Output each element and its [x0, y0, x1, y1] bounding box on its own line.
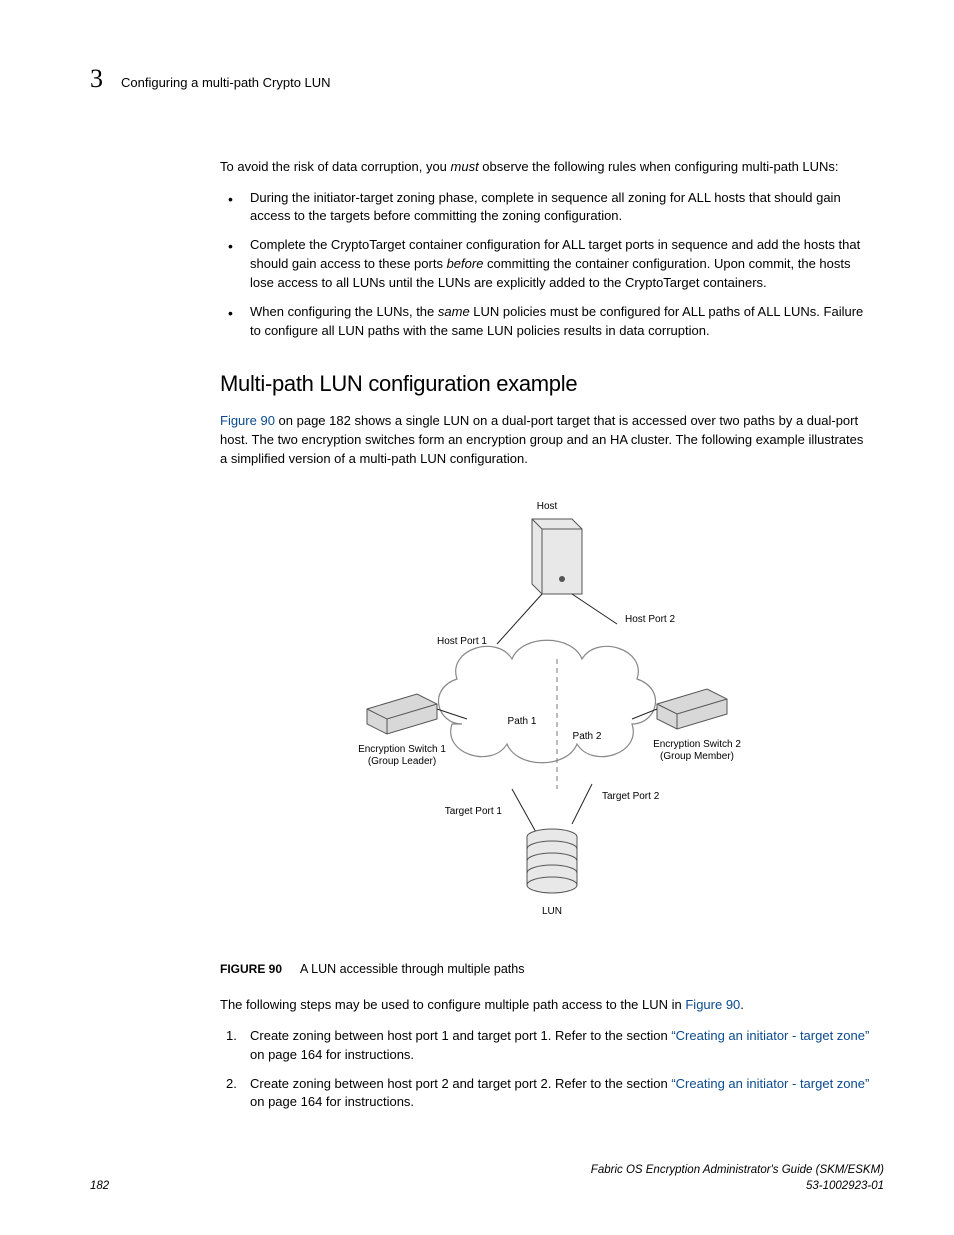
chapter-number: 3	[90, 60, 103, 98]
figure-caption-text: A LUN accessible through multiple paths	[300, 960, 524, 978]
page-content: To avoid the risk of data corruption, yo…	[220, 158, 874, 1113]
page-footer: 182 Fabric OS Encryption Administrator's…	[90, 1162, 884, 1195]
step-item: Create zoning between host port 1 and ta…	[220, 1027, 874, 1065]
step-pre: Create zoning between host port 1 and ta…	[250, 1028, 671, 1043]
page-header: 3 Configuring a multi-path Crypto LUN	[90, 60, 884, 98]
footer-docnum: 53-1002923-01	[591, 1178, 884, 1195]
path-2-label: Path 2	[573, 731, 602, 742]
rule-item: Complete the CryptoTarget container conf…	[220, 236, 874, 293]
rule-item: When configuring the LUNs, the same LUN …	[220, 303, 874, 341]
target-port-1-label: Target Port 1	[445, 806, 503, 817]
figure-90: Host Host Port 1 Host Port 2 Path 1 Path…	[220, 494, 874, 940]
lun-label: LUN	[542, 906, 562, 917]
enc-sw-2-label-1: Encryption Switch 2	[653, 739, 741, 750]
followup-post: .	[740, 997, 744, 1012]
step-post: on page 164 for instructions.	[250, 1094, 414, 1109]
followup-paragraph: The following steps may be used to confi…	[220, 996, 874, 1015]
rules-list: During the initiator-target zoning phase…	[220, 189, 874, 341]
section-xref[interactable]: “Creating an initiator - target zone”	[671, 1028, 869, 1043]
intro-emph: must	[451, 159, 479, 174]
intro-pre: To avoid the risk of data corruption, yo…	[220, 159, 451, 174]
step-post: on page 164 for instructions.	[250, 1047, 414, 1062]
section-heading: Multi-path LUN configuration example	[220, 368, 874, 400]
intro-paragraph: To avoid the risk of data corruption, yo…	[220, 158, 874, 177]
section-xref[interactable]: “Creating an initiator - target zone”	[671, 1076, 869, 1091]
intro-post: observe the following rules when configu…	[479, 159, 839, 174]
footer-title: Fabric OS Encryption Administrator's Gui…	[591, 1162, 884, 1179]
figure-caption-label: FIGURE 90	[220, 961, 282, 978]
followup-pre: The following steps may be used to confi…	[220, 997, 685, 1012]
figure-xref[interactable]: Figure 90	[685, 997, 740, 1012]
multipath-diagram: Host Host Port 1 Host Port 2 Path 1 Path…	[327, 494, 767, 934]
section-text: on page 182 shows a single LUN on a dual…	[220, 413, 863, 466]
encryption-switch-1-icon	[367, 694, 437, 734]
cloud-icon	[438, 640, 655, 763]
step-pre: Create zoning between host port 2 and ta…	[250, 1076, 671, 1091]
step-item: Create zoning between host port 2 and ta…	[220, 1075, 874, 1113]
enc-sw-1-label-2: (Group Leader)	[368, 756, 436, 767]
host-port-1-label: Host Port 1	[437, 636, 487, 647]
steps-list: Create zoning between host port 1 and ta…	[220, 1027, 874, 1112]
figure-caption: FIGURE 90 A LUN accessible through multi…	[220, 960, 874, 978]
rule-text-emph: same	[438, 304, 470, 319]
rule-text-pre: When configuring the LUNs, the	[250, 304, 438, 319]
figure-xref[interactable]: Figure 90	[220, 413, 275, 428]
host-icon	[532, 519, 582, 594]
section-paragraph: Figure 90 on page 182 shows a single LUN…	[220, 412, 874, 469]
encryption-switch-2-icon	[657, 689, 727, 729]
running-head: Configuring a multi-path Crypto LUN	[121, 74, 331, 93]
host-port-2-label: Host Port 2	[625, 614, 675, 625]
path-1-label: Path 1	[508, 716, 537, 727]
enc-sw-2-label-2: (Group Member)	[660, 751, 734, 762]
rule-item: During the initiator-target zoning phase…	[220, 189, 874, 227]
enc-sw-1-label-1: Encryption Switch 1	[358, 744, 446, 755]
host-label: Host	[537, 501, 558, 512]
rule-text-emph: before	[447, 256, 484, 271]
page-number: 182	[90, 1178, 109, 1195]
target-port-2-label: Target Port 2	[602, 791, 660, 802]
lun-icon	[527, 829, 577, 893]
